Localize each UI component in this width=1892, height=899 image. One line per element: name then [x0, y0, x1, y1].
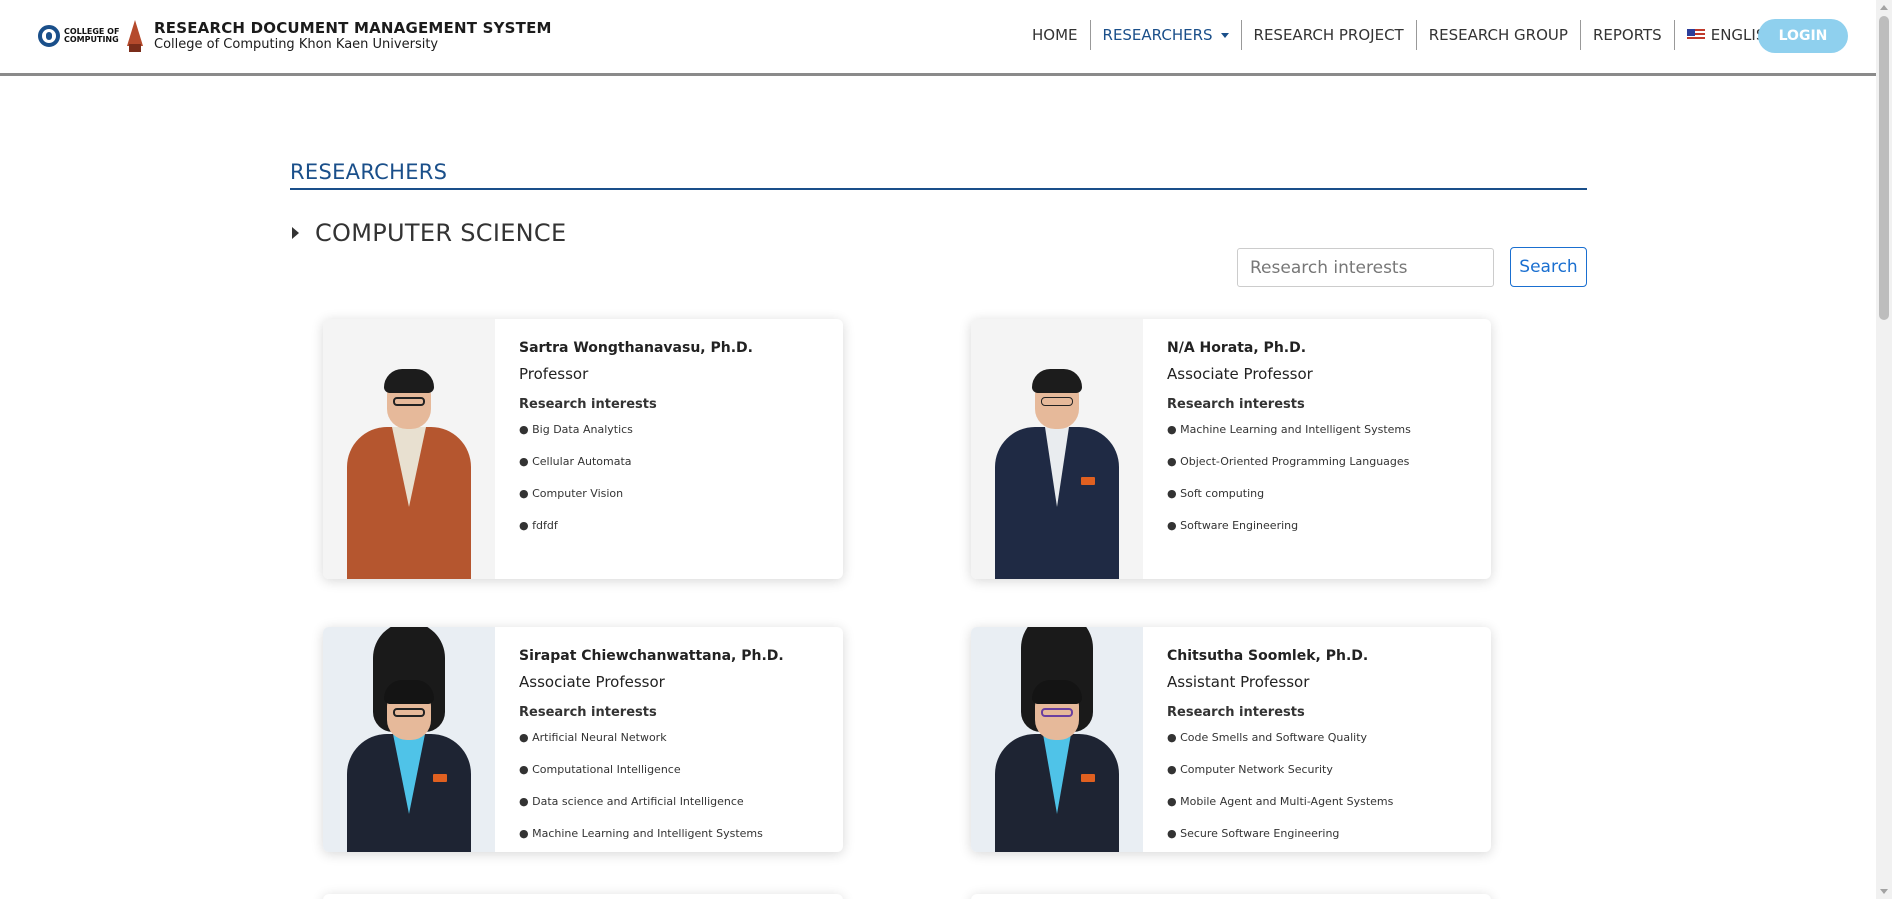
department-title: COMPUTER SCIENCE — [315, 219, 567, 247]
nav-research-group[interactable]: RESEARCH GROUP — [1417, 20, 1581, 50]
kku-logo-icon — [124, 20, 146, 52]
nav-research-project[interactable]: RESEARCH PROJECT — [1242, 20, 1417, 50]
department-toggle[interactable]: COMPUTER SCIENCE — [292, 219, 566, 247]
researcher-card[interactable] — [323, 894, 843, 899]
researcher-photo — [971, 627, 1143, 852]
list-item: ● Software Engineering — [1167, 519, 1299, 532]
logo-text-line2: COMPUTING — [64, 35, 119, 44]
list-item: ● Computer Vision — [519, 487, 624, 500]
research-interests-label: Research interests — [1167, 397, 1305, 412]
research-interests-list: ● Machine Learning and Intelligent Syste… — [1167, 423, 1411, 551]
site-subtitle: College of Computing Khon Kaen Universit… — [154, 37, 439, 52]
brand[interactable]: COLLEGE OF COMPUTING RESEARCH DOCUMENT M… — [38, 18, 552, 54]
researcher-name[interactable]: N/A Horata, Ph.D. — [1167, 339, 1411, 357]
list-item: ● Computational Intelligence — [519, 763, 681, 776]
research-interests-label: Research interests — [519, 705, 657, 720]
researcher-name[interactable]: Sartra Wongthanavasu, Ph.D. — [519, 339, 753, 357]
list-item: ● Mobile Agent and Multi-Agent Systems — [1167, 795, 1394, 808]
caret-down-icon — [1220, 33, 1229, 38]
us-flag-icon — [1686, 29, 1705, 41]
top-navbar: COLLEGE OF COMPUTING RESEARCH DOCUMENT M… — [0, 0, 1876, 76]
researcher-card[interactable] — [971, 894, 1491, 899]
research-interests-list: ● Big Data Analytics ● Cellular Automata… — [519, 423, 753, 551]
researcher-position: Professor — [519, 365, 589, 383]
site-title: RESEARCH DOCUMENT MANAGEMENT SYSTEM — [154, 19, 552, 37]
search-button[interactable]: Search — [1510, 247, 1587, 287]
page-scrollbar[interactable] — [1876, 0, 1892, 899]
researcher-photo — [971, 319, 1143, 579]
researcher-card[interactable]: Sirapat Chiewchanwattana, Ph.D. Associat… — [323, 627, 843, 852]
list-item: ● Big Data Analytics — [519, 423, 633, 436]
list-item: ● Data science and Artificial Intelligen… — [519, 795, 744, 808]
researcher-card[interactable]: Chitsutha Soomlek, Ph.D. Assistant Profe… — [971, 627, 1491, 852]
list-item: ● fdfdf — [519, 519, 558, 532]
title-divider — [290, 188, 1587, 190]
researcher-name[interactable]: Chitsutha Soomlek, Ph.D. — [1167, 647, 1393, 665]
list-item: ● Code Smells and Software Quality — [1167, 731, 1368, 744]
list-item: ● Artificial Neural Network — [519, 731, 667, 744]
research-interests-label: Research interests — [519, 397, 657, 412]
college-of-computing-logo: COLLEGE OF COMPUTING — [38, 18, 120, 54]
login-button[interactable]: LOGIN — [1758, 19, 1848, 53]
researcher-position: Associate Professor — [519, 673, 665, 691]
researcher-card[interactable]: Sartra Wongthanavasu, Ph.D. Professor Re… — [323, 319, 843, 579]
nav-reports[interactable]: REPORTS — [1581, 20, 1675, 50]
list-item: ● Machine Learning and Intelligent Syste… — [519, 827, 763, 840]
cc-logo-icon — [38, 25, 60, 47]
research-interests-label: Research interests — [1167, 705, 1305, 720]
researcher-photo — [323, 319, 495, 579]
researcher-name[interactable]: Sirapat Chiewchanwattana, Ph.D. — [519, 647, 784, 665]
list-item: ● Object-Oriented Programming Languages — [1167, 455, 1410, 468]
research-interests-list: ● Artificial Neural Network ● Computatio… — [519, 731, 784, 852]
researcher-position: Associate Professor — [1167, 365, 1313, 383]
scroll-down-arrow-icon[interactable] — [1880, 889, 1888, 894]
nav-researchers-label: RESEARCHERS — [1102, 26, 1213, 44]
list-item: ● Computer Network Security — [1167, 763, 1333, 776]
research-interests-search-input[interactable] — [1237, 248, 1494, 287]
list-item: ● Machine Learning and Intelligent Syste… — [1167, 423, 1411, 436]
researcher-card[interactable]: N/A Horata, Ph.D. Associate Professor Re… — [971, 319, 1491, 579]
scroll-up-arrow-icon[interactable] — [1880, 5, 1888, 10]
main-nav: HOME RESEARCHERS RESEARCH PROJECT RESEAR… — [1020, 20, 1805, 50]
nav-researchers-dropdown[interactable]: RESEARCHERS — [1091, 20, 1242, 50]
list-item: ● Soft computing — [1167, 487, 1265, 500]
research-interests-list: ● Code Smells and Software Quality ● Com… — [1167, 731, 1393, 852]
list-item: ● Cellular Automata — [519, 455, 632, 468]
researcher-position: Assistant Professor — [1167, 673, 1310, 691]
list-item: ● Secure Software Engineering — [1167, 827, 1340, 840]
page-title: RESEARCHERS — [290, 160, 448, 184]
researcher-photo — [323, 627, 495, 852]
caret-right-icon — [292, 227, 299, 239]
nav-home[interactable]: HOME — [1020, 20, 1091, 50]
scrollbar-thumb[interactable] — [1879, 16, 1889, 320]
